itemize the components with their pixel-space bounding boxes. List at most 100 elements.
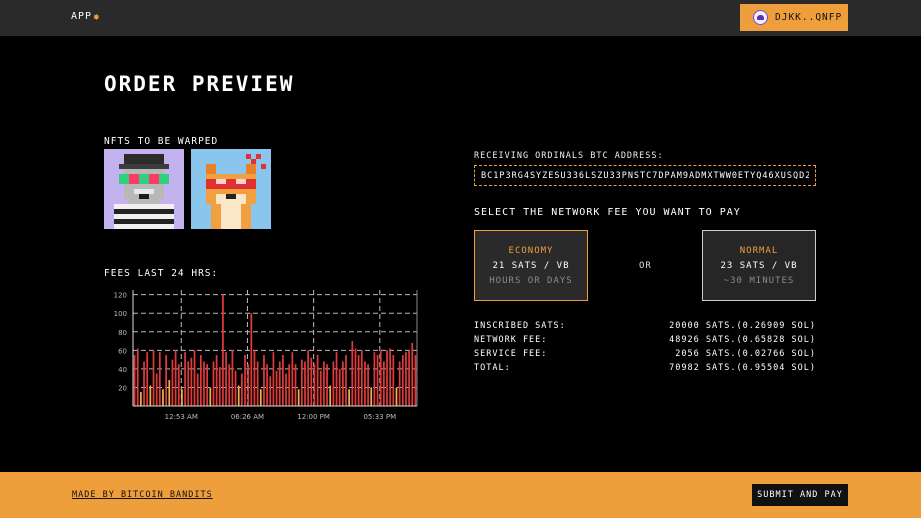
chart-bar (373, 352, 376, 406)
chart-bar (209, 387, 212, 406)
chart-bar (282, 354, 284, 406)
chart-bar (291, 352, 294, 406)
chart-bar (228, 364, 231, 406)
chart-bar (272, 352, 275, 406)
chart-bar (184, 352, 186, 406)
chart-bar (275, 370, 278, 406)
normal-fee-option[interactable]: NORMAL 23 SATS / VB ~30 MINUTES (702, 230, 816, 301)
chart-bar (335, 352, 338, 406)
chart-bar (149, 385, 152, 406)
chart-bar (392, 354, 395, 406)
chart-bar (338, 368, 341, 406)
chart-bar (348, 389, 351, 406)
y-tick-label: 60 (118, 347, 127, 355)
summary-row: TOTAL: 70982 SATS.(0.95504 SOL) (474, 363, 816, 377)
chart-bar (354, 348, 357, 406)
chart-bar (165, 354, 168, 406)
summary-value: 2056 SATS.(0.02766 SOL) (675, 349, 816, 359)
chart-bar (398, 361, 401, 406)
chart-bar (345, 354, 347, 406)
chart-bar (234, 370, 237, 406)
page-title: ORDER PREVIEW (104, 72, 295, 96)
y-tick-label: 40 (118, 366, 127, 374)
summary-row: NETWORK FEE: 48926 SATS.(0.65828 SOL) (474, 335, 816, 349)
summary-label: SERVICE FEE: (474, 349, 548, 359)
ghost-wallet-icon (753, 10, 768, 25)
btc-address-input[interactable] (474, 165, 816, 186)
chart-bar (382, 361, 385, 406)
chart-bar (307, 350, 310, 406)
chart-bar (408, 350, 410, 406)
fee-select-label: SELECT THE NETWORK FEE YOU WANT TO PAY (474, 207, 741, 218)
chart-bar (140, 392, 142, 406)
chart-bar (364, 361, 366, 406)
chart-bar (323, 361, 325, 406)
chart-bar (300, 359, 303, 406)
summary-label: INSCRIBED SATS: (474, 321, 566, 331)
chart-bar (389, 348, 392, 406)
wallet-button[interactable]: DJKK..QNFP (740, 4, 848, 31)
chart-bar (259, 389, 262, 406)
chart-bar (215, 354, 218, 406)
chart-bar (414, 354, 417, 406)
normal-fee-rate: 23 SATS / VB (720, 260, 798, 271)
top-bar: APP ✸ DJKK..QNFP (0, 0, 921, 36)
chart-bar (199, 354, 202, 406)
chart-bar (136, 348, 139, 406)
economy-fee-name: ECONOMY (508, 245, 554, 256)
chart-bar (193, 350, 196, 406)
chart-bar (155, 373, 158, 406)
y-tick-label: 80 (118, 329, 127, 337)
chart-bar (143, 361, 145, 406)
summary-label: NETWORK FEE: (474, 335, 548, 345)
chart-bar (263, 354, 265, 406)
nft-image-shiba (191, 149, 271, 229)
app-label[interactable]: APP (71, 11, 92, 22)
chart-bar (250, 313, 253, 406)
chart-bar (357, 354, 360, 406)
normal-fee-name: NORMAL (739, 245, 779, 256)
chart-bar (206, 364, 209, 406)
chart-bar (187, 361, 190, 406)
submit-and-pay-button[interactable]: SUBMIT AND PAY (752, 484, 848, 506)
chart-bar (351, 341, 354, 406)
fees-chart-label: FEES LAST 24 HRS: (104, 268, 219, 279)
chart-bar (285, 373, 287, 406)
chart-bar (190, 357, 193, 406)
chart-bar (297, 389, 300, 406)
chart-bar (244, 354, 246, 406)
or-label: OR (639, 261, 652, 271)
chart-bar (133, 354, 136, 406)
chart-bar (288, 364, 291, 406)
chart-bar (231, 350, 234, 406)
chart-bar (376, 354, 379, 406)
chart-bar (240, 373, 243, 406)
chart-bar (266, 364, 268, 406)
chart-bar (386, 350, 388, 406)
y-tick-label: 100 (114, 310, 127, 318)
made-by-link[interactable]: MADE BY BITCOIN BANDITS (72, 490, 213, 500)
summary-value: 70982 SATS.(0.95504 SOL) (669, 363, 816, 373)
summary-label: TOTAL: (474, 363, 511, 373)
chart-bar (405, 352, 407, 406)
chart-bar (247, 364, 250, 406)
economy-fee-option[interactable]: ECONOMY 21 SATS / VB HOURS OR DAYS (474, 230, 588, 301)
chart-bar (168, 380, 171, 406)
chart-bar (313, 364, 316, 406)
y-tick-label: 20 (118, 384, 127, 392)
chart-bar (203, 361, 205, 406)
chart-bar (316, 354, 319, 406)
chart-bar (332, 361, 335, 406)
fees-bar-chart: 20 40 60 80 100 120 12:53 AM 06:26 AM 12:00 PM 05… (114, 290, 418, 421)
summary-row: SERVICE FEE: 2056 SATS.(0.02766 SOL) (474, 349, 816, 363)
nft-image-raccoon (104, 149, 184, 229)
chart-bar (360, 350, 363, 406)
chart-bar (395, 387, 398, 406)
chart-bar (294, 364, 297, 406)
summary-value: 20000 SATS.(0.26909 SOL) (669, 321, 816, 331)
chart-bar (152, 350, 155, 406)
normal-fee-time: ~30 MINUTES (723, 275, 795, 286)
chart-bar (269, 376, 272, 406)
y-tick-label: 120 (114, 292, 127, 300)
chart-bar (225, 352, 227, 406)
